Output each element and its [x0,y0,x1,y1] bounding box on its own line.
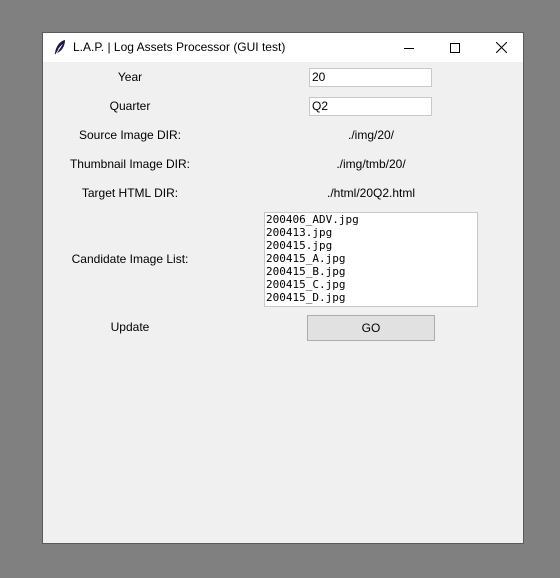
minimize-icon [404,47,414,49]
list-item[interactable]: 200415_B.jpg [265,265,477,278]
app-window: L.A.P. | Log Assets Processor (GUI test)… [42,32,524,544]
thumbnail-dir-value: ./img/tmb/20/ [336,157,406,171]
maximize-icon [450,42,460,53]
target-html-value: ./html/20Q2.html [326,186,416,200]
thumbnail-dir-label: Thumbnail Image DIR: [69,157,191,171]
update-label: Update [110,320,150,334]
list-item[interactable]: 200413.jpg [265,226,477,239]
year-label: Year [117,70,143,84]
target-html-label: Target HTML DIR: [81,186,179,200]
list-item[interactable]: 200415_D.jpg [265,291,477,304]
quarter-input[interactable]: Q2 [309,97,432,116]
window-title: L.A.P. | Log Assets Processor (GUI test) [73,40,286,54]
close-icon [495,42,507,53]
year-input[interactable]: 20 [309,68,432,87]
list-item[interactable]: 200415_A.jpg [265,252,477,265]
feather-icon [53,39,67,55]
list-item[interactable]: 200406_ADV.jpg [265,213,477,226]
maximize-button[interactable] [432,33,478,62]
close-button[interactable] [478,33,524,62]
quarter-label: Quarter [109,99,151,113]
source-dir-label: Source Image DIR: [78,128,182,142]
list-item[interactable]: 200415.jpg [265,239,477,252]
list-item[interactable]: 200415_C.jpg [265,278,477,291]
title-bar[interactable]: L.A.P. | Log Assets Processor (GUI test) [43,33,523,62]
go-button[interactable]: GO [307,315,435,341]
candidate-image-listbox[interactable]: 200406_ADV.jpg 200413.jpg 200415.jpg 200… [264,212,478,307]
minimize-button[interactable] [386,33,432,62]
source-dir-value: ./img/20/ [347,128,395,142]
candidate-list-label: Candidate Image List: [71,252,189,266]
